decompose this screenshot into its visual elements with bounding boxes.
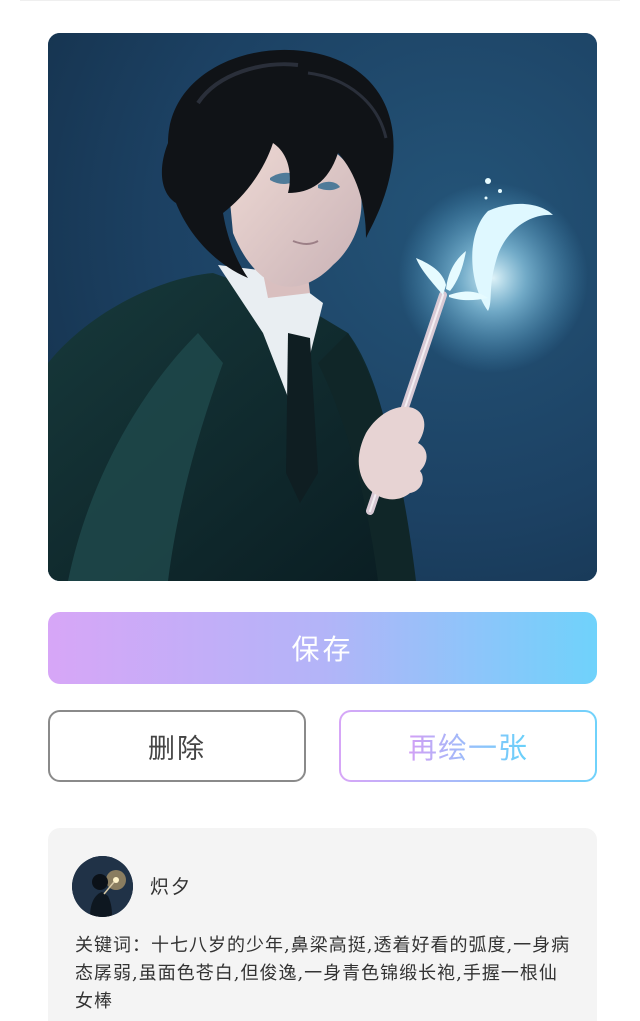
delete-button[interactable]: 删除	[48, 710, 306, 782]
user-avatar-image	[72, 856, 133, 917]
redraw-button[interactable]: 再绘一张	[339, 710, 597, 782]
delete-button-label: 删除	[148, 733, 206, 765]
top-divider	[20, 0, 620, 1]
prompt-info-card: 炽夕 关键词：十七八岁的少年,鼻梁高挺,透着好看的弧度,一身病态孱弱,虽面色苍白…	[48, 828, 597, 1021]
author-name: 炽夕	[150, 876, 193, 898]
redraw-button-label: 再绘一张	[408, 725, 528, 767]
author-avatar[interactable]	[72, 856, 133, 917]
save-button-label: 保存	[291, 633, 354, 666]
prompt-keywords-text: 关键词：十七八岁的少年,鼻梁高挺,透着好看的弧度,一身病态孱弱,虽面色苍白,但俊…	[75, 935, 571, 1012]
save-button[interactable]: 保存	[48, 612, 597, 684]
artwork-illustration	[48, 33, 597, 581]
artwork-result-page: 保存 删除 再绘一张 炽夕 关键词：十七八岁的少年,鼻梁高挺,透着好看的弧度,一…	[0, 0, 640, 1021]
generated-artwork[interactable]	[48, 33, 597, 581]
